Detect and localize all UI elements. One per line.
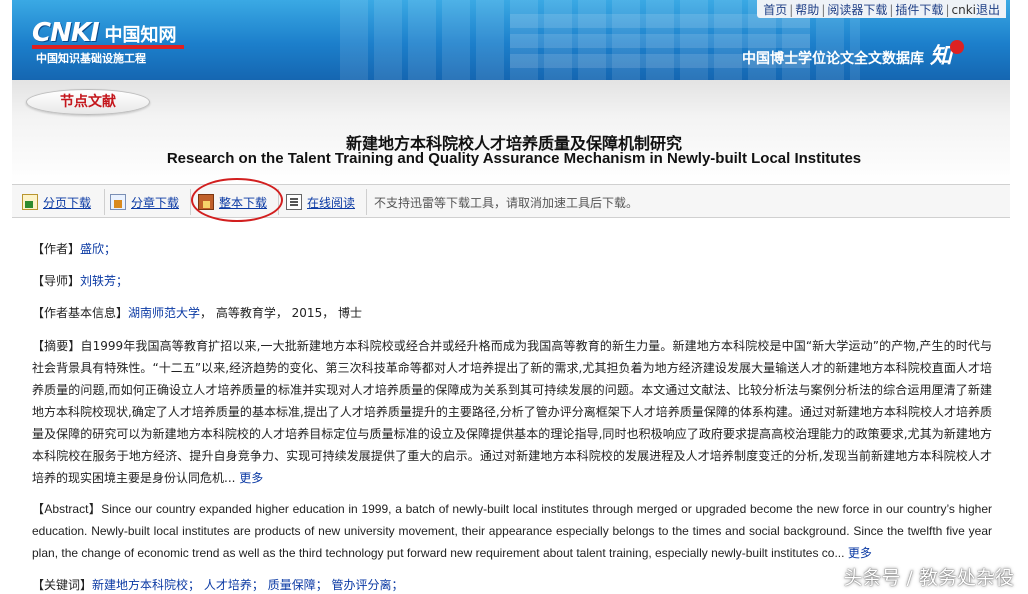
- nav-logout[interactable]: 退出: [976, 3, 1000, 17]
- abstract-cn-text: 自1999年我国高等教育扩招以来,一大批新建地方本科院校或经合并或经升格而成为我…: [32, 339, 992, 485]
- annotation-red-circle: [191, 178, 283, 222]
- logo-brand: CNKI: [32, 18, 100, 48]
- author-info-label: 【作者基本信息】: [32, 306, 129, 320]
- abstract-en-more-link[interactable]: 更多: [848, 546, 872, 560]
- institution-link[interactable]: 湖南师范大学: [128, 306, 200, 320]
- page-download-icon: [22, 194, 38, 210]
- keywords-row: 【关键词】新建地方本科院校； 人才培养； 质量保障； 管办评分离；: [32, 574, 404, 594]
- download-toolbar: 分页下载 分章下载 整本下载 在线阅读 不支持迅雷等下载工具，请取消加速工具后下…: [12, 184, 1010, 218]
- author-row: 【作者】盛欣；: [32, 238, 116, 260]
- chapter-download-button[interactable]: 分章下载: [110, 193, 179, 211]
- chapter-download-link[interactable]: 分章下载: [131, 194, 179, 211]
- nav-reader-download[interactable]: 阅读器下载: [827, 3, 887, 17]
- abstract-en-label: 【Abstract】: [32, 502, 102, 516]
- nav-help[interactable]: 帮助: [795, 3, 819, 17]
- nav-home[interactable]: 首页: [763, 3, 787, 17]
- zhi-brand-icon: 知: [930, 38, 988, 72]
- nav-plugin-download[interactable]: 插件下载: [895, 3, 943, 17]
- keyword-link[interactable]: 新建地方本科院校；: [92, 578, 200, 592]
- logo-tagline: 中国知识基础设施工程: [36, 52, 146, 65]
- brand-mark-text: 知: [930, 43, 953, 69]
- chapter-download-icon: [110, 194, 126, 210]
- toolbar-divider: [366, 189, 367, 215]
- keyword-link[interactable]: 人才培养；: [204, 578, 264, 592]
- nav-username: cnki: [951, 3, 976, 17]
- abstract-cn: 【摘要】自1999年我国高等教育扩招以来,一大批新建地方本科院校或经合并或经升格…: [32, 335, 992, 489]
- database-name: 中国博士学位论文全文数据库: [742, 51, 924, 67]
- author-info-row: 【作者基本信息】湖南师范大学， 高等教育学， 2015， 博士: [32, 302, 362, 324]
- abstract-cn-label: 【摘要】: [32, 339, 81, 353]
- advisor-label: 【导师】: [32, 274, 81, 288]
- logo-red-line: [32, 45, 184, 49]
- author-link[interactable]: 盛欣；: [80, 242, 116, 256]
- watermark: 头条号 / 教务处杂役: [843, 567, 1014, 589]
- online-read-button[interactable]: 在线阅读: [286, 193, 355, 211]
- keywords-label: 【关键词】: [32, 578, 93, 592]
- top-nav: 首页 | 帮助 | 阅读器下载 | 插件下载 | cnki退出: [757, 0, 1006, 18]
- thesis-title-en: Research on the Talent Training and Qual…: [166, 150, 862, 167]
- page-download-link[interactable]: 分页下载: [43, 194, 91, 211]
- author-label: 【作者】: [32, 242, 81, 256]
- toolbar-divider: [104, 189, 105, 215]
- advisor-link[interactable]: 刘轶芳；: [80, 274, 128, 288]
- section-label-node-document: 节点文献: [26, 89, 150, 115]
- abstract-en: 【Abstract】Since our country expanded hig…: [32, 498, 992, 564]
- logo-cn-name: 中国知网: [104, 25, 177, 46]
- online-read-icon: [286, 194, 302, 210]
- page-download-button[interactable]: 分页下载: [22, 193, 91, 211]
- author-info-details: ， 高等教育学， 2015， 博士: [200, 306, 363, 320]
- abstract-cn-more-link[interactable]: 更多: [239, 471, 263, 485]
- download-tool-notice: 不支持迅雷等下载工具，请取消加速工具后下载。: [374, 196, 639, 210]
- cnki-logo[interactable]: CNKI 中国知网 中国知识基础设施工程: [32, 18, 184, 65]
- online-read-link[interactable]: 在线阅读: [307, 194, 355, 211]
- advisor-row: 【导师】刘轶芳；: [32, 270, 128, 292]
- keyword-link[interactable]: 质量保障；: [268, 578, 328, 592]
- keyword-link[interactable]: 管办评分离；: [332, 578, 404, 592]
- brand-dot: [950, 40, 964, 54]
